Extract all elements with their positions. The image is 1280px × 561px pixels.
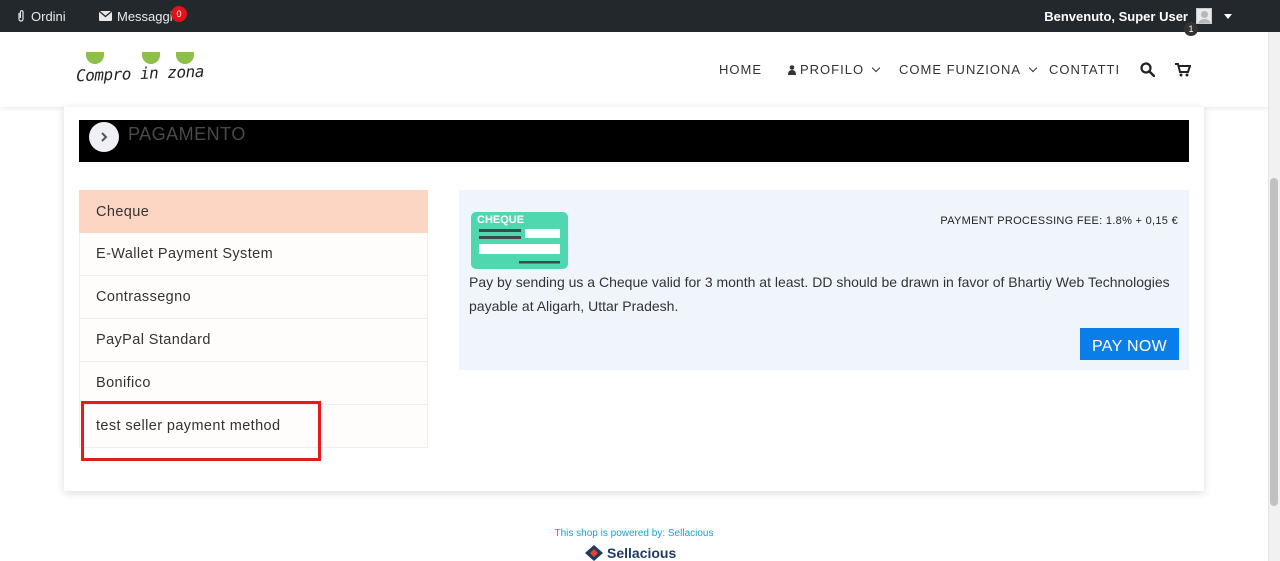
orders-label: Ordini [31, 8, 66, 24]
site-logo[interactable]: Compro in zona [76, 50, 226, 94]
avatar [1196, 8, 1212, 24]
user-menu[interactable]: Benvenuto, Super User [1044, 0, 1232, 32]
sellacious-logo[interactable]: Sellacious [585, 545, 676, 561]
sellacious-diamond-icon [585, 545, 603, 561]
payment-method-label: Contrassegno [96, 289, 192, 305]
payment-method-label: Cheque [96, 203, 150, 220]
search-icon [1140, 62, 1155, 77]
payment-method-contrassegno[interactable]: Contrassegno [79, 276, 428, 319]
leaf-icon [142, 52, 160, 64]
paperclip-icon [18, 10, 24, 22]
payment-method-bonifico[interactable]: Bonifico [79, 362, 428, 405]
messages-link[interactable]: Messaggi [99, 0, 173, 32]
chevron-right-icon [101, 132, 108, 142]
chevron-down-icon [871, 63, 881, 73]
chevron-down-icon [1028, 63, 1038, 73]
cart-button[interactable] [1175, 32, 1191, 107]
welcome-text: Benvenuto, Super User [1044, 8, 1188, 24]
nav-profile-label: PROFILO [800, 62, 865, 77]
payment-description: Pay by sending us a Cheque valid for 3 m… [469, 274, 1170, 314]
site-header: Compro in zona HOME PROFILO COME FUNZION… [0, 32, 1268, 107]
payment-method-label: Bonifico [96, 375, 151, 391]
nav-how-it-works-label: COME FUNZIONA [899, 62, 1022, 77]
powered-by-label: This shop is powered by: Sellacious [554, 528, 714, 539]
user-icon [788, 64, 796, 75]
payment-method-cheque[interactable]: Cheque [79, 190, 428, 233]
highlight-annotation [81, 401, 321, 461]
messages-label: Messaggi [117, 8, 173, 24]
payment-method-paypal[interactable]: PayPal Standard [79, 319, 428, 362]
search-button[interactable] [1140, 32, 1155, 107]
cheque-icon-label: CHEQUE [477, 214, 525, 226]
processing-fee: PAYMENT PROCESSING FEE: 1.8% + 0,15 € [940, 215, 1178, 227]
admin-topbar: Ordini Messaggi 0 Benvenuto, Super User [0, 0, 1280, 32]
nav-home[interactable]: HOME [719, 32, 762, 107]
leaf-icon [86, 52, 104, 64]
payment-method-ewallet[interactable]: E-Wallet Payment System [79, 233, 428, 276]
cart-count-badge: 1 [1184, 22, 1198, 36]
powered-by-text[interactable]: This shop is powered by: Sellacious [0, 528, 1268, 539]
nav-how-it-works[interactable]: COME FUNZIONA [899, 32, 1038, 107]
envelope-icon [99, 11, 112, 21]
payment-method-label: E-Wallet Payment System [96, 246, 274, 262]
nav-contacts-label: CONTATTI [1049, 62, 1121, 77]
nav-profile[interactable]: PROFILO [788, 32, 881, 107]
nav-home-label: HOME [719, 62, 762, 77]
step-title: PAGAMENTO [128, 124, 246, 144]
scrollbar-thumb[interactable] [1270, 178, 1278, 506]
pay-now-button[interactable]: PAY NOW [1080, 328, 1179, 360]
cart-icon [1175, 62, 1191, 76]
logo-text: Compro in zona [75, 61, 205, 86]
step-toggle[interactable] [89, 122, 119, 152]
nav-contacts[interactable]: CONTATTI [1049, 32, 1120, 107]
orders-link[interactable]: Ordini [16, 0, 66, 32]
payment-method-label: PayPal Standard [96, 332, 211, 348]
caret-down-icon [1224, 13, 1232, 19]
messages-count-badge: 0 [171, 6, 187, 22]
sellacious-wordmark: Sellacious [607, 545, 677, 561]
